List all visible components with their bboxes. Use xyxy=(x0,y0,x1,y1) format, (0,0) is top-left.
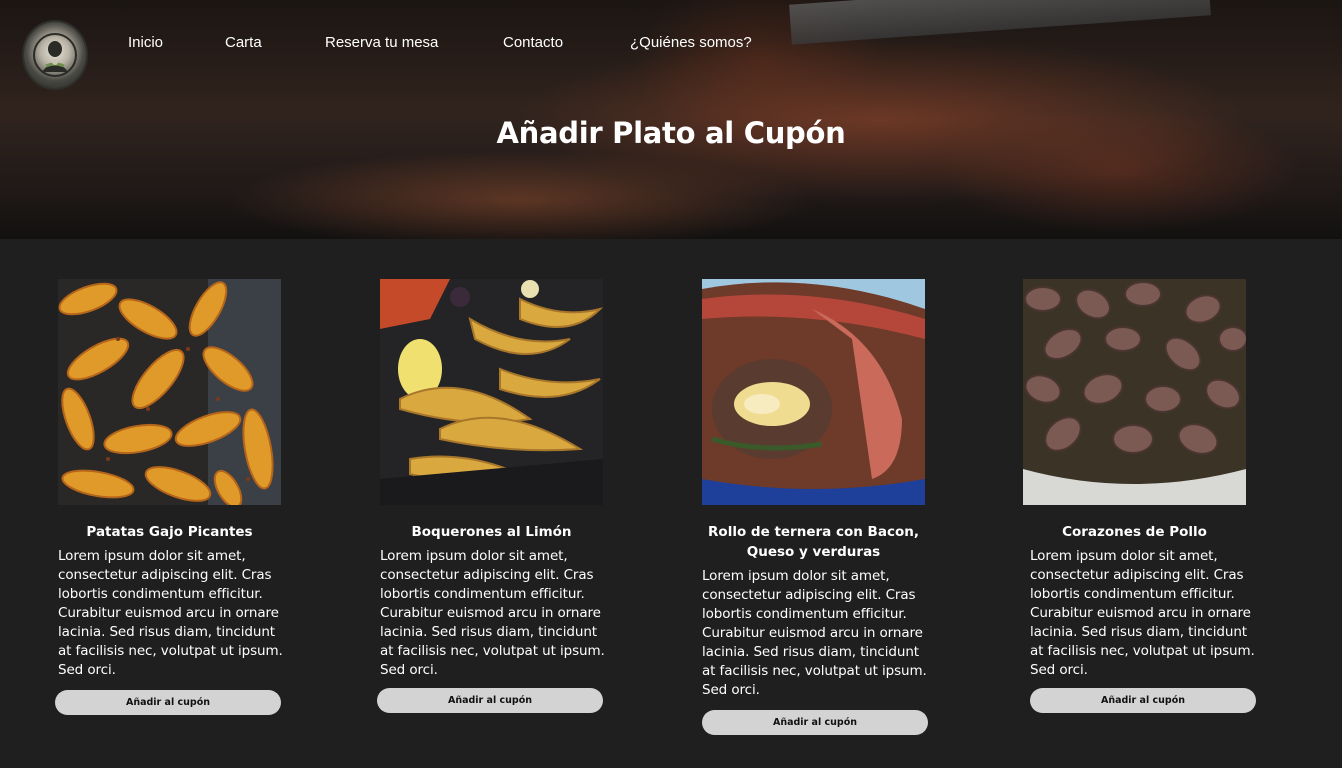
add-to-coupon-button[interactable]: Añadir al cupón xyxy=(377,688,603,713)
nav-item-reserva[interactable]: Reserva tu mesa xyxy=(325,34,438,51)
knife-image xyxy=(789,0,1211,45)
dish-name: Patatas Gajo Picantes xyxy=(86,524,253,540)
logo-emblem-icon xyxy=(33,33,77,77)
dish-card: Patatas Gajo Picantes Lorem ipsum dolor … xyxy=(55,279,288,715)
dish-image-boquerones xyxy=(380,279,603,505)
page-title: Añadir Plato al Cupón xyxy=(496,116,846,150)
dish-grid: Patatas Gajo Picantes Lorem ipsum dolor … xyxy=(0,239,1342,768)
nav-item-inicio[interactable]: Inicio xyxy=(128,34,163,51)
dish-card: Boquerones al Limón Lorem ipsum dolor si… xyxy=(377,279,610,713)
dish-name: Corazones de Pollo xyxy=(1062,524,1207,540)
hero-header: Inicio Carta Reserva tu mesa Contacto ¿Q… xyxy=(0,0,1342,239)
dish-name: Rollo de ternera con Bacon, Queso y verd… xyxy=(708,524,919,560)
dish-description: Lorem ipsum dolor sit amet, consectetur … xyxy=(380,548,605,678)
dish-description: Lorem ipsum dolor sit amet, consectetur … xyxy=(702,568,927,698)
dish-name: Boquerones al Limón xyxy=(411,524,572,540)
dish-image-rollo-ternera xyxy=(702,279,925,505)
nav-item-contacto[interactable]: Contacto xyxy=(503,34,563,51)
nav-item-quienes-somos[interactable]: ¿Quiénes somos? xyxy=(630,34,752,51)
nav-item-carta[interactable]: Carta xyxy=(225,34,262,51)
dish-card: Rollo de ternera con Bacon, Queso y verd… xyxy=(702,279,932,735)
dish-card: Corazones de Pollo Lorem ipsum dolor sit… xyxy=(1023,279,1256,713)
restaurant-logo-icon[interactable] xyxy=(22,20,88,90)
dish-image-corazones xyxy=(1023,279,1246,505)
add-to-coupon-button[interactable]: Añadir al cupón xyxy=(55,690,281,715)
dish-description: Lorem ipsum dolor sit amet, consectetur … xyxy=(1030,548,1255,678)
dish-image-patatas xyxy=(58,279,281,505)
dish-description: Lorem ipsum dolor sit amet, consectetur … xyxy=(58,548,283,678)
add-to-coupon-button[interactable]: Añadir al cupón xyxy=(702,710,928,735)
add-to-coupon-button[interactable]: Añadir al cupón xyxy=(1030,688,1256,713)
